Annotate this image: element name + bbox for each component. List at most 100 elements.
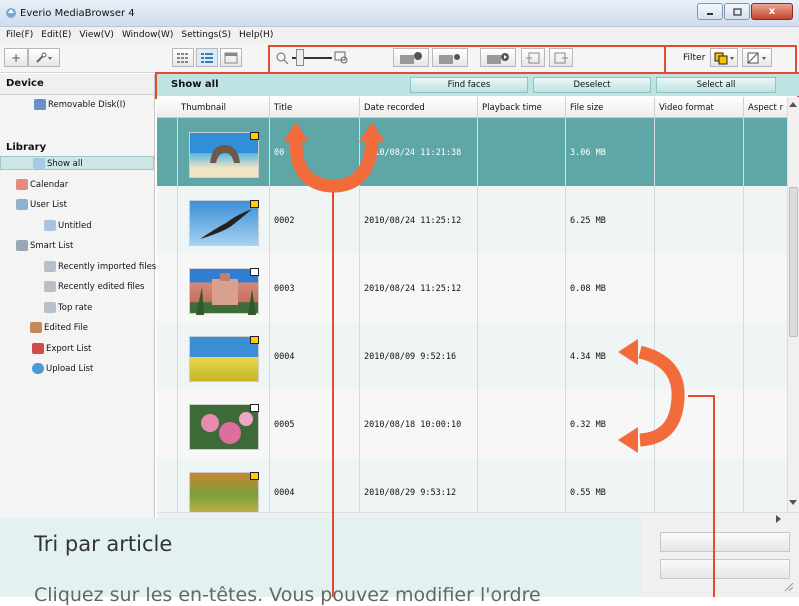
row-date: 2010/08/09 9:52:16 — [364, 352, 457, 362]
menu-edit[interactable]: Edit(E) — [38, 27, 76, 43]
user-list-icon — [16, 199, 28, 210]
row-size: 0.08 MB — [570, 284, 606, 294]
action-bar-title: Show all — [171, 79, 219, 90]
thumbnail-image[interactable] — [189, 336, 259, 382]
info-icon — [400, 51, 422, 64]
video-badge-icon — [250, 336, 259, 344]
thumbnail-image[interactable] — [189, 200, 259, 246]
photo-badge-icon — [250, 268, 259, 276]
show-all-icon — [33, 158, 45, 169]
smart-list-icon — [16, 240, 28, 251]
grid-view-button[interactable] — [172, 48, 194, 67]
thumbnail-image[interactable] — [189, 268, 259, 315]
photo-badge-icon — [250, 404, 259, 412]
calendar-icon — [16, 179, 28, 190]
video-badge-icon — [250, 472, 259, 480]
face-button[interactable] — [432, 48, 468, 67]
column-file-size[interactable]: File size — [570, 103, 603, 113]
row-size: 0.55 MB — [570, 488, 606, 498]
sidebar-item-user-list[interactable]: User List — [16, 198, 67, 212]
zoom-slider-thumb[interactable] — [296, 49, 304, 66]
import-button[interactable] — [521, 48, 545, 67]
sidebar-item-untitled[interactable]: Untitled — [44, 219, 92, 233]
add-button[interactable]: + — [4, 48, 28, 67]
table-row[interactable]: 0003 2010/08/24 11:25:12 0.08 MB — [157, 254, 787, 322]
export-button[interactable] — [549, 48, 573, 67]
scroll-right-icon[interactable] — [775, 514, 783, 524]
tutorial-caption-panel: Tri par article Cliquez sur les en-têtes… — [0, 518, 642, 606]
scroll-down-icon[interactable] — [788, 499, 798, 507]
table-row[interactable]: 0005 2010/08/18 10:00:10 0.32 MB — [157, 390, 787, 458]
maximize-icon — [732, 7, 742, 16]
sidebar-item-edited-file[interactable]: Edited File — [30, 321, 88, 335]
menu-file[interactable]: File(F) — [3, 27, 38, 43]
face-icon — [439, 53, 460, 64]
scroll-up-icon[interactable] — [788, 101, 798, 109]
info-button[interactable] — [393, 48, 429, 67]
row-size: 3.06 MB — [570, 148, 606, 158]
row-date: 2010/08/24 11:25:12 — [364, 216, 462, 226]
play-button[interactable] — [480, 48, 516, 67]
row-date: 2010/08/18 10:00:10 — [364, 420, 462, 430]
title-bar: Everio MediaBrowser 4 x — [0, 0, 799, 27]
table-row[interactable]: 0002 2010/08/24 11:25:12 6.25 MB — [157, 186, 787, 254]
menu-help[interactable]: Help(H) — [236, 27, 278, 43]
sidebar-item-recently-edited[interactable]: Recently edited files — [44, 280, 145, 294]
minimize-icon — [707, 12, 713, 15]
select-all-button[interactable]: Select all — [656, 77, 776, 93]
column-date-recorded[interactable]: Date recorded — [364, 103, 425, 113]
thumbnail-image[interactable] — [189, 404, 259, 450]
calendar-view-button[interactable] — [220, 48, 242, 67]
vertical-scroll-thumb[interactable] — [789, 187, 798, 337]
column-video-format[interactable]: Video format — [659, 103, 714, 113]
column-thumbnail[interactable]: Thumbnail — [181, 103, 226, 113]
close-button[interactable]: x — [751, 3, 793, 20]
bottom-panel-button[interactable] — [660, 532, 790, 552]
sidebar-item-top-rate[interactable]: Top rate — [44, 301, 92, 315]
sidebar-item-upload-list[interactable]: Upload List — [32, 362, 93, 376]
sidebar-item-smart-list[interactable]: Smart List — [16, 239, 73, 253]
menu-settings[interactable]: Settings(S) — [178, 27, 236, 43]
list-view-button[interactable] — [196, 48, 218, 67]
action-bar: Show all Find faces Deselect Select all — [157, 74, 799, 96]
menu-window[interactable]: Window(W) — [119, 27, 178, 43]
folder-icon — [44, 220, 56, 231]
filter-type-button[interactable] — [710, 48, 738, 67]
sidebar-item-calendar[interactable]: Calendar — [16, 178, 68, 192]
maximize-button[interactable] — [724, 3, 750, 20]
menu-view[interactable]: View(V) — [76, 27, 119, 43]
column-aspect-ratio[interactable]: Aspect r — [748, 103, 783, 113]
sidebar-item-export-list[interactable]: Export List — [32, 342, 91, 356]
find-faces-button[interactable]: Find faces — [410, 77, 528, 93]
row-title: 0005 — [274, 420, 295, 430]
thumbnail-image[interactable] — [189, 472, 259, 512]
sidebar-item-removable-disk[interactable]: Removable Disk(I) — [34, 98, 126, 112]
tools-button[interactable] — [28, 48, 60, 67]
video-badge-icon — [250, 200, 259, 208]
bottom-panel-button-2[interactable] — [660, 559, 790, 579]
sidebar-item-show-all[interactable]: Show all — [0, 156, 154, 170]
list-view-icon — [201, 52, 213, 63]
table-row[interactable]: 0004 2010/08/29 9:53:12 0.55 MB — [157, 458, 787, 512]
zoom-in-icon[interactable] — [334, 51, 350, 65]
column-playback-time[interactable]: Playback time — [482, 103, 542, 113]
column-title[interactable]: Title — [274, 103, 292, 113]
row-title: 0004 — [274, 488, 295, 498]
export-icon — [554, 52, 568, 63]
sidebar-item-recently-imported[interactable]: Recently imported files — [44, 260, 156, 274]
table-row[interactable]: 00 2010/08/24 11:21:38 3.06 MB — [157, 118, 787, 186]
zoom-out-icon[interactable] — [276, 52, 290, 65]
minimize-button[interactable] — [697, 3, 723, 20]
caption-text: Cliquez sur les en-têtes. Vous pouvez mo… — [34, 584, 541, 606]
filter-rating-icon — [747, 52, 766, 63]
vertical-scrollbar[interactable] — [787, 97, 799, 512]
window-title: Everio MediaBrowser 4 — [20, 8, 135, 19]
deselect-button[interactable]: Deselect — [533, 77, 651, 93]
app-icon — [6, 8, 16, 18]
filter-rating-button[interactable] — [742, 48, 772, 67]
table-row[interactable]: 0004 2010/08/09 9:52:16 4.34 MB — [157, 322, 787, 390]
recently-imported-icon — [44, 261, 56, 272]
thumbnail-image[interactable] — [189, 132, 259, 178]
resize-grip-icon[interactable] — [784, 582, 794, 592]
row-date: 2010/08/29 9:53:12 — [364, 488, 457, 498]
